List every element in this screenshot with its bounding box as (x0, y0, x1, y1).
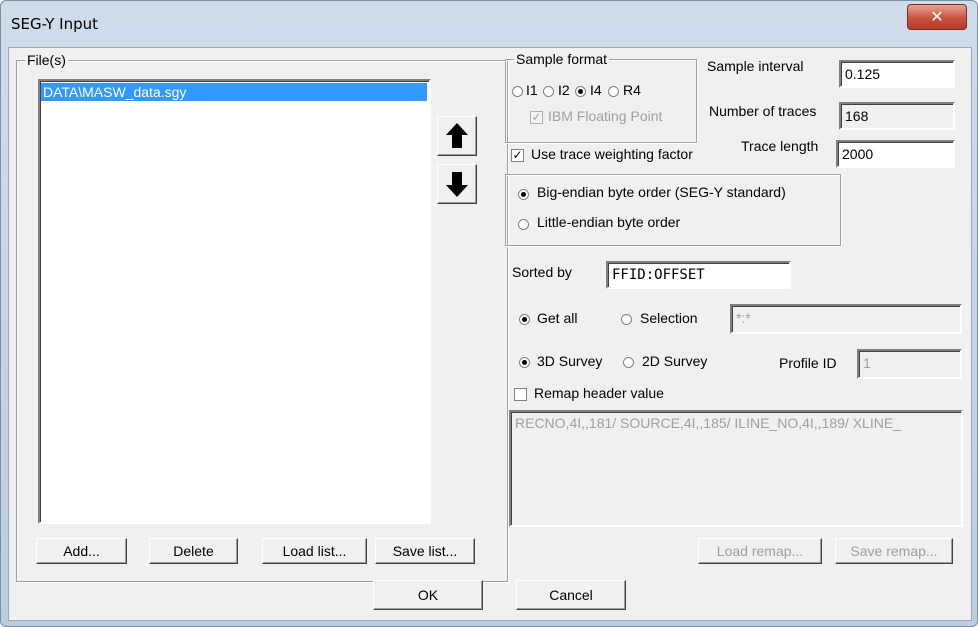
load-remap-button[interactable]: Load remap... (698, 538, 822, 564)
remap-header-checkbox[interactable] (514, 388, 527, 401)
load-list-button[interactable]: Load list... (262, 538, 367, 564)
format-i4-label: I4 (590, 82, 602, 98)
files-group-label: File(s) (25, 52, 68, 68)
sample-format-group: Sample format (505, 51, 697, 143)
sample-interval-label: Sample interval (707, 58, 804, 74)
arrow-down-icon (446, 172, 468, 197)
window-title: SEG-Y Input (11, 15, 99, 33)
format-r4-radio[interactable] (608, 86, 619, 97)
save-remap-button[interactable]: Save remap... (835, 538, 953, 564)
selection-input[interactable]: *:* (730, 304, 962, 334)
survey-3d-radio[interactable] (519, 357, 530, 368)
ibm-floating-point-checkbox[interactable]: ✓ (530, 111, 543, 124)
big-endian-label: Big-endian byte order (SEG-Y standard) (537, 184, 786, 200)
survey-2d-label: 2D Survey (642, 353, 708, 369)
add-button[interactable]: Add... (36, 538, 127, 564)
little-endian-label: Little-endian byte order (537, 214, 681, 230)
cancel-button[interactable]: Cancel (516, 580, 626, 610)
format-i2-label: I2 (558, 82, 570, 98)
arrow-up-icon (446, 123, 468, 148)
trace-weighting-label: Use trace weighting factor (531, 146, 693, 162)
format-i1-label: I1 (526, 82, 538, 98)
get-all-radio[interactable] (519, 314, 530, 325)
selection-radio[interactable] (621, 314, 632, 325)
number-of-traces-field: 168 (839, 102, 955, 130)
format-r4-label: R4 (623, 82, 641, 98)
trace-length-input[interactable]: 2000 (836, 140, 955, 168)
close-icon: ✕ (930, 7, 944, 26)
sorted-by-label: Sorted by (512, 264, 572, 280)
sorted-by-input[interactable]: FFID:OFFSET (606, 261, 791, 289)
format-i4-radio[interactable] (575, 86, 586, 97)
save-list-button[interactable]: Save list... (375, 538, 475, 564)
remap-header-label: Remap header value (534, 385, 664, 401)
survey-2d-radio[interactable] (623, 357, 634, 368)
dialog-window: SEG-Y Input ✕ File(s) DATA\MASW_data.sgy… (0, 0, 978, 627)
close-button[interactable]: ✕ (907, 4, 967, 30)
profile-id-input[interactable]: 1 (857, 349, 962, 379)
format-i1-radio[interactable] (512, 86, 523, 97)
number-of-traces-label: Number of traces (709, 103, 817, 119)
file-list[interactable]: DATA\MASW_data.sgy (38, 79, 431, 524)
sample-format-label: Sample format (514, 51, 610, 67)
selection-label: Selection (640, 310, 698, 326)
trace-weighting-checkbox[interactable]: ✓ (511, 149, 524, 162)
dialog-body: File(s) DATA\MASW_data.sgy Add... Delete… (8, 47, 972, 621)
sample-interval-input[interactable]: 0.125 (839, 60, 955, 88)
format-i2-radio[interactable] (543, 86, 554, 97)
remap-textarea[interactable]: RECNO,4I,,181/ SOURCE,4I,,185/ ILINE_NO,… (509, 410, 963, 527)
ok-button[interactable]: OK (373, 580, 483, 610)
little-endian-radio[interactable] (518, 219, 529, 230)
list-item-label: DATA\MASW_data.sgy (43, 84, 187, 100)
profile-id-label: Profile ID (779, 355, 837, 371)
survey-3d-label: 3D Survey (537, 353, 603, 369)
get-all-label: Get all (537, 310, 578, 326)
big-endian-radio[interactable] (518, 189, 529, 200)
trace-length-label: Trace length (741, 138, 819, 154)
delete-button[interactable]: Delete (149, 538, 238, 564)
move-down-button[interactable] (437, 164, 477, 204)
list-item[interactable]: DATA\MASW_data.sgy (41, 83, 427, 101)
ibm-floating-point-label: IBM Floating Point (548, 108, 663, 124)
move-up-button[interactable] (437, 116, 477, 156)
